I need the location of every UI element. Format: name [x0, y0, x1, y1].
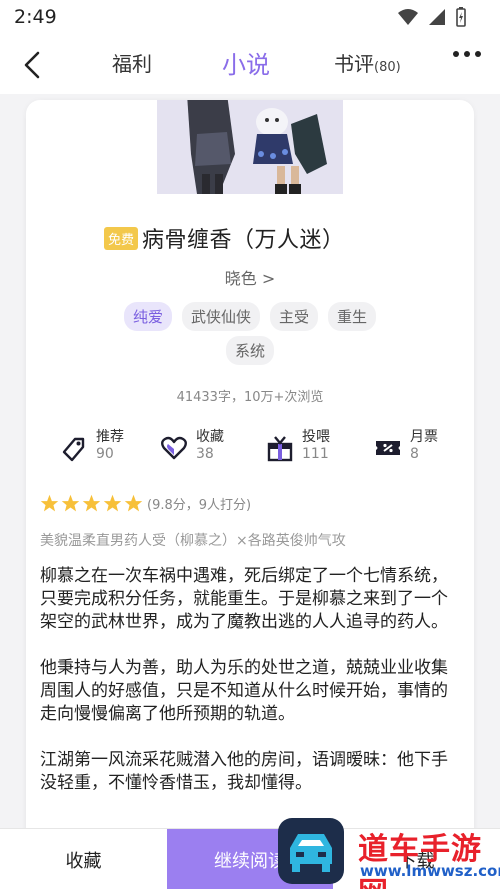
description-paragraph: 柳慕之在一次车祸中遇难，死后绑定了一个七情系统，只要完成积分任务，就能重生。于是…	[40, 566, 448, 632]
status-bar: 2:49	[0, 0, 500, 34]
collect-button[interactable]: 收藏	[0, 829, 167, 889]
signal-icon	[429, 9, 445, 25]
watermark: 道车手游网 www.lmwwsz.com	[278, 818, 500, 889]
star-icon	[124, 494, 143, 512]
action-label: 投喂	[302, 429, 330, 445]
star-icon	[61, 494, 80, 512]
tag-item[interactable]: 重生	[328, 302, 377, 331]
book-cover[interactable]	[157, 100, 343, 194]
watermark-url: www.lmwwsz.com	[360, 862, 500, 880]
book-card: 免费 病骨缠香（万人迷） 晓色 > 纯爱 武侠仙侠 主受 重生 系统 41433…	[26, 100, 474, 880]
action-label: 推荐	[96, 429, 124, 445]
action-label: 月票	[410, 429, 438, 445]
book-subtitle: 美貌温柔直男药人受（柳慕之）×各路英俊帅气攻	[40, 533, 346, 549]
status-icons	[398, 7, 466, 27]
gift-icon	[267, 436, 293, 462]
status-time: 2:49	[14, 6, 57, 28]
wifi-icon	[398, 9, 418, 25]
tag-item[interactable]: 武侠仙侠	[181, 302, 260, 331]
action-count: 38	[196, 446, 214, 462]
book-stats: 41433字，10万+次浏览	[176, 390, 324, 405]
cover-illustration	[157, 100, 343, 194]
ticket-icon	[376, 441, 400, 455]
book-title: 病骨缠香（万人迷）	[142, 228, 345, 253]
author-link[interactable]: 晓色 >	[26, 265, 474, 289]
dot-icon	[475, 51, 481, 57]
more-button[interactable]	[450, 44, 484, 64]
action-count: 90	[96, 446, 114, 462]
rating-row: (9.8分，9人打分)	[40, 494, 251, 513]
watermark-logo	[278, 818, 344, 884]
action-label: 收藏	[196, 429, 224, 445]
description-paragraph: 江湖第一风流采花贼潜入他的房间，语调暧昧：他下手没轻重，不懂怜香惜玉，我却懂得。	[40, 750, 448, 793]
star-rating	[40, 494, 143, 513]
battery-icon	[456, 7, 466, 27]
tag-item[interactable]: 系统	[225, 336, 274, 365]
rating-text: (9.8分，9人打分)	[147, 498, 252, 513]
chevron-left-icon	[24, 51, 40, 79]
car-icon	[290, 834, 332, 872]
title-row: 免费 病骨缠香（万人迷）	[104, 222, 345, 254]
action-row: 推荐 90 收藏 38 投喂 111 月票 8	[56, 426, 456, 466]
tag-list: 纯爱 武侠仙侠 主受 重生	[26, 302, 474, 331]
dot-icon	[464, 51, 470, 57]
star-icon	[40, 494, 59, 512]
tag-item[interactable]: 主受	[270, 302, 319, 331]
tab-review-label: 书评	[334, 52, 374, 76]
tag-list-second-row: 系统	[26, 336, 474, 365]
tab-novel[interactable]: 小说	[222, 45, 270, 80]
action-count: 8	[410, 446, 419, 462]
heart-icon	[161, 436, 187, 460]
dot-icon	[453, 51, 459, 57]
free-badge: 免费	[104, 226, 139, 250]
action-count: 111	[302, 446, 329, 462]
star-icon	[103, 494, 122, 512]
tab-review[interactable]: 书评(80)	[334, 48, 401, 77]
tab-review-count: (80)	[374, 60, 401, 75]
star-icon	[82, 494, 101, 512]
book-description: 柳慕之在一次车祸中遇难，死后绑定了一个七情系统，只要完成积分任务，就能重生。于是…	[40, 565, 460, 818]
recommend-icon	[62, 437, 85, 462]
tab-welfare[interactable]: 福利	[112, 48, 152, 77]
tag-item[interactable]: 纯爱	[123, 302, 172, 331]
back-button[interactable]	[18, 48, 48, 82]
description-paragraph: 他秉持与人为善，助人为乐的处世之道，兢兢业业收集周围人的好感值，只是不知道从什么…	[40, 658, 448, 724]
top-nav: 福利 小说 书评(80)	[0, 34, 500, 94]
